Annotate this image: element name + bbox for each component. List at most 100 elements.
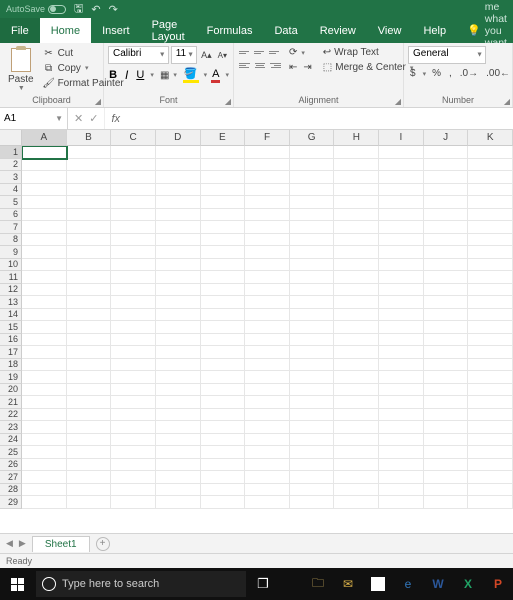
cell[interactable] <box>424 446 469 459</box>
bold-button[interactable]: B <box>108 69 118 81</box>
cell[interactable] <box>201 359 246 372</box>
cell[interactable] <box>111 371 156 384</box>
cell[interactable] <box>334 334 379 347</box>
cells-area[interactable] <box>22 146 513 533</box>
cell[interactable] <box>201 271 246 284</box>
cell[interactable] <box>379 209 424 222</box>
cell[interactable] <box>290 446 335 459</box>
cell[interactable] <box>156 209 201 222</box>
cell[interactable] <box>111 309 156 322</box>
cell[interactable] <box>468 459 513 472</box>
cell[interactable] <box>424 434 469 447</box>
cell[interactable] <box>379 296 424 309</box>
cell[interactable] <box>424 484 469 497</box>
cell[interactable] <box>379 484 424 497</box>
cell[interactable] <box>111 471 156 484</box>
cell[interactable] <box>67 259 112 272</box>
font-name-select[interactable]: Calibri▼ <box>108 46 169 64</box>
cell[interactable] <box>379 171 424 184</box>
cell[interactable] <box>290 334 335 347</box>
cell[interactable] <box>22 434 67 447</box>
cell[interactable] <box>22 146 67 159</box>
cell[interactable] <box>468 446 513 459</box>
taskbar-app-word[interactable]: W <box>423 568 453 600</box>
cell[interactable] <box>468 171 513 184</box>
tab-formulas[interactable]: Formulas <box>196 18 264 43</box>
cell[interactable] <box>334 309 379 322</box>
cell[interactable] <box>468 434 513 447</box>
cell[interactable] <box>290 171 335 184</box>
taskbar-app-mail[interactable]: ✉ <box>333 568 363 600</box>
cell[interactable] <box>245 259 290 272</box>
cell[interactable] <box>111 409 156 422</box>
row-header[interactable]: 21 <box>0 396 22 409</box>
cell[interactable] <box>22 221 67 234</box>
cell[interactable] <box>334 496 379 509</box>
cell[interactable] <box>245 459 290 472</box>
cell[interactable] <box>424 309 469 322</box>
row-header[interactable]: 1 <box>0 146 22 159</box>
cell[interactable] <box>22 246 67 259</box>
cell[interactable] <box>424 371 469 384</box>
cell[interactable] <box>379 196 424 209</box>
cell[interactable] <box>156 471 201 484</box>
autosave-toggle[interactable]: AutoSave <box>6 4 66 14</box>
cell[interactable] <box>201 209 246 222</box>
underline-button[interactable]: U <box>135 69 145 81</box>
cell[interactable] <box>22 196 67 209</box>
cell[interactable] <box>111 284 156 297</box>
cell[interactable] <box>468 346 513 359</box>
cell[interactable] <box>245 296 290 309</box>
cell[interactable] <box>468 496 513 509</box>
cell[interactable] <box>379 271 424 284</box>
cell[interactable] <box>468 221 513 234</box>
cell[interactable] <box>424 384 469 397</box>
row-header[interactable]: 10 <box>0 259 22 272</box>
cell[interactable] <box>22 446 67 459</box>
cell[interactable] <box>468 284 513 297</box>
redo-icon[interactable]: ↷ <box>109 3 118 16</box>
cell[interactable] <box>424 321 469 334</box>
number-format-select[interactable]: General▼ <box>408 46 486 64</box>
cell[interactable] <box>111 359 156 372</box>
cell[interactable] <box>156 434 201 447</box>
cell[interactable] <box>290 459 335 472</box>
cell[interactable] <box>245 321 290 334</box>
column-header[interactable]: H <box>334 130 379 146</box>
row-header[interactable]: 11 <box>0 271 22 284</box>
cell[interactable] <box>156 459 201 472</box>
cell[interactable] <box>67 496 112 509</box>
cell[interactable] <box>334 196 379 209</box>
cell[interactable] <box>67 446 112 459</box>
cell[interactable] <box>424 209 469 222</box>
cell[interactable] <box>334 146 379 159</box>
paste-button[interactable]: Paste ▼ <box>4 46 38 95</box>
cell[interactable] <box>334 446 379 459</box>
cell[interactable] <box>67 184 112 197</box>
cell[interactable] <box>424 284 469 297</box>
cell[interactable] <box>245 271 290 284</box>
cell[interactable] <box>290 184 335 197</box>
cell[interactable] <box>245 496 290 509</box>
cell[interactable] <box>111 259 156 272</box>
row-header[interactable]: 3 <box>0 171 22 184</box>
save-icon[interactable]: 🖫 <box>74 0 83 19</box>
fill-color-button[interactable]: 🪣 <box>183 67 199 83</box>
cell[interactable] <box>290 359 335 372</box>
cell[interactable] <box>245 334 290 347</box>
cell[interactable] <box>22 159 67 172</box>
cell[interactable] <box>111 396 156 409</box>
cell[interactable] <box>468 334 513 347</box>
cell[interactable] <box>111 334 156 347</box>
cell[interactable] <box>334 221 379 234</box>
cell[interactable] <box>379 284 424 297</box>
column-header[interactable]: K <box>468 130 513 146</box>
cell[interactable] <box>290 496 335 509</box>
cell[interactable] <box>334 471 379 484</box>
cell[interactable] <box>245 284 290 297</box>
cell[interactable] <box>379 234 424 247</box>
cell[interactable] <box>156 334 201 347</box>
cell[interactable] <box>290 296 335 309</box>
cell[interactable] <box>245 346 290 359</box>
cell[interactable] <box>156 371 201 384</box>
